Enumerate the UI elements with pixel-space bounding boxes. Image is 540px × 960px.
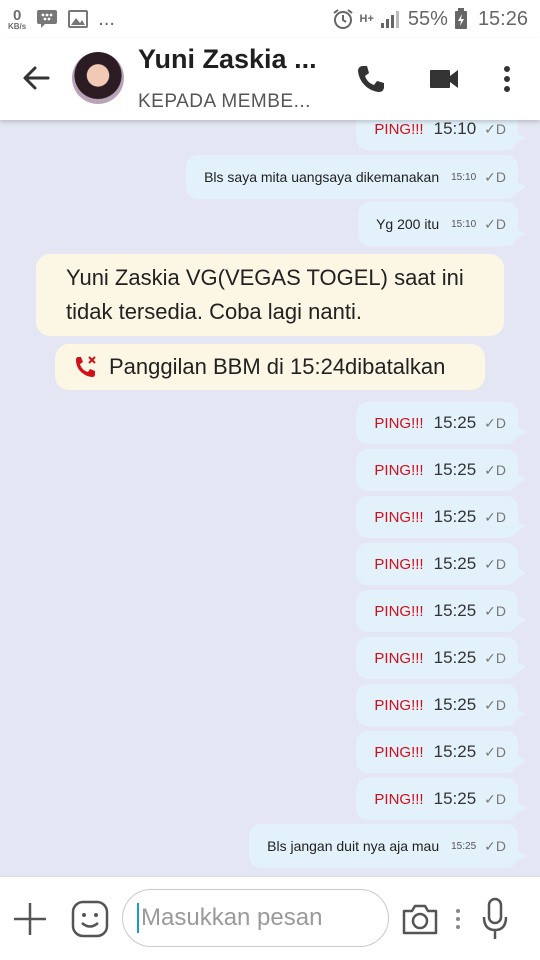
add-icon[interactable] [12,901,48,937]
ping-label: PING!!! [374,602,424,620]
message-bubble[interactable]: PING!!! 15:25 ✓D [356,778,526,820]
ping-label: PING!!! [374,508,424,526]
more-notifications: ... [98,7,115,30]
message-bubble[interactable]: Yg 200 itu 15:10 ✓D [358,202,526,246]
microphone-icon[interactable] [481,897,509,941]
message-bubble[interactable]: PING!!! 15:25 ✓D [356,402,526,444]
data-speed-indicator: 0 KB/s [8,8,26,31]
ping-label: PING!!! [374,120,424,138]
message-bubble[interactable]: PING!!! 15:25 ✓D [356,731,526,773]
message-time: 15:10 [451,218,477,230]
ping-label: PING!!! [374,743,424,761]
message-text: Bls saya mita uangsaya dikemanakan [204,169,440,185]
delivered-check-icon: ✓D [484,837,506,854]
notice-line: Yuni Zaskia VG(VEGAS TOGEL) saat ini [66,265,464,290]
bbm-notification-icon [37,10,58,28]
signal-icon [380,11,399,28]
message-bubble[interactable]: Bls jangan duit nya aja mau 15:25 ✓D [249,824,526,868]
delivered-check-icon: ✓D [484,414,506,431]
ping-label: PING!!! [374,790,424,808]
composer-bar: Masukkan pesan [0,876,540,960]
chat-header: Yuni Zaskia ... KEPADA MEMBE... [0,38,540,120]
notice-text: Panggilan BBM di 15:24dibatalkan [109,354,446,379]
contact-name[interactable]: Yuni Zaskia ... [138,44,317,75]
message-time: 15:25 [433,742,477,761]
clock: 15:26 [477,7,528,30]
message-text: Bls jangan duit nya aja mau [267,838,440,854]
overflow-menu-icon[interactable] [490,62,524,96]
data-speed-unit: KB/s [8,21,27,31]
ping-label: PING!!! [374,696,424,714]
more-vert-icon[interactable] [452,907,464,931]
network-type: H+ [359,13,374,25]
message-bubble[interactable]: Bls saya mita uangsaya dikemanakan 15:10… [186,155,526,199]
message-input[interactable]: Masukkan pesan [122,889,389,947]
emoji-icon[interactable] [70,899,110,939]
text-cursor [137,903,139,933]
contact-status: KEPADA MEMBE... [138,91,311,112]
battery-charging-icon [454,8,467,29]
delivered-check-icon: ✓D [484,649,506,666]
delivered-check-icon: ✓D [484,120,506,137]
message-time: 15:25 [433,413,477,432]
data-speed-value: 0 [12,6,22,24]
message-list[interactable]: PING!!! 15:10 ✓D Bls saya mita uangsaya … [0,120,540,876]
delivered-check-icon: ✓D [484,602,506,619]
message-text: Yg 200 itu [376,216,440,232]
message-bubble[interactable]: PING!!! 15:25 ✓D [356,449,526,491]
missed-call-icon [76,356,96,377]
message-bubble[interactable]: PING!!! 15:25 ✓D [356,496,526,538]
ping-label: PING!!! [374,649,424,667]
message-time: 15:25 [433,695,477,714]
ping-label: PING!!! [374,461,424,479]
delivered-check-icon: ✓D [484,790,506,807]
battery-percent: 55% [407,7,448,30]
message-time: 15:25 [433,789,477,808]
delivered-check-icon: ✓D [484,168,506,185]
delivered-check-icon: ✓D [484,555,506,572]
message-bubble[interactable]: PING!!! 15:25 ✓D [356,590,526,632]
message-time: 15:10 [433,120,477,138]
delivered-check-icon: ✓D [484,461,506,478]
delivered-check-icon: ✓D [484,743,506,760]
contact-avatar[interactable] [72,52,124,104]
delivered-check-icon: ✓D [484,696,506,713]
message-time: 15:25 [433,601,477,620]
message-bubble[interactable]: PING!!! 15:10 ✓D [356,120,526,150]
alarm-icon [332,9,353,29]
notice-line: tidak tersedia. Coba lagi nanti. [66,299,362,324]
message-time: 15:25 [433,648,477,667]
message-time: 15:10 [451,171,477,183]
message-bubble[interactable]: PING!!! 15:25 ✓D [356,543,526,585]
camera-icon[interactable] [400,901,440,937]
message-bubble[interactable]: PING!!! 15:25 ✓D [356,684,526,726]
delivered-check-icon: ✓D [484,215,506,232]
delivered-check-icon: ✓D [484,508,506,525]
voice-call-icon[interactable] [354,62,388,96]
cancelled-call-notice: Panggilan BBM di 15:24dibatalkan [55,344,485,390]
ping-label: PING!!! [374,414,424,432]
message-time: 15:25 [433,460,477,479]
status-bar: 0 KB/s ... H+ 55% 15:26 [0,0,540,38]
contact-unavailable-notice: Yuni Zaskia VG(VEGAS TOGEL) saat ini tid… [36,254,504,336]
message-time: 15:25 [451,840,477,852]
ping-label: PING!!! [374,555,424,573]
video-call-icon[interactable] [427,62,461,96]
message-bubble[interactable]: PING!!! 15:25 ✓D [356,637,526,679]
message-time: 15:25 [433,554,477,573]
back-arrow-icon[interactable] [18,60,54,96]
gallery-notification-icon [68,10,89,28]
message-input-placeholder: Masukkan pesan [141,904,323,931]
message-time: 15:25 [433,507,477,526]
